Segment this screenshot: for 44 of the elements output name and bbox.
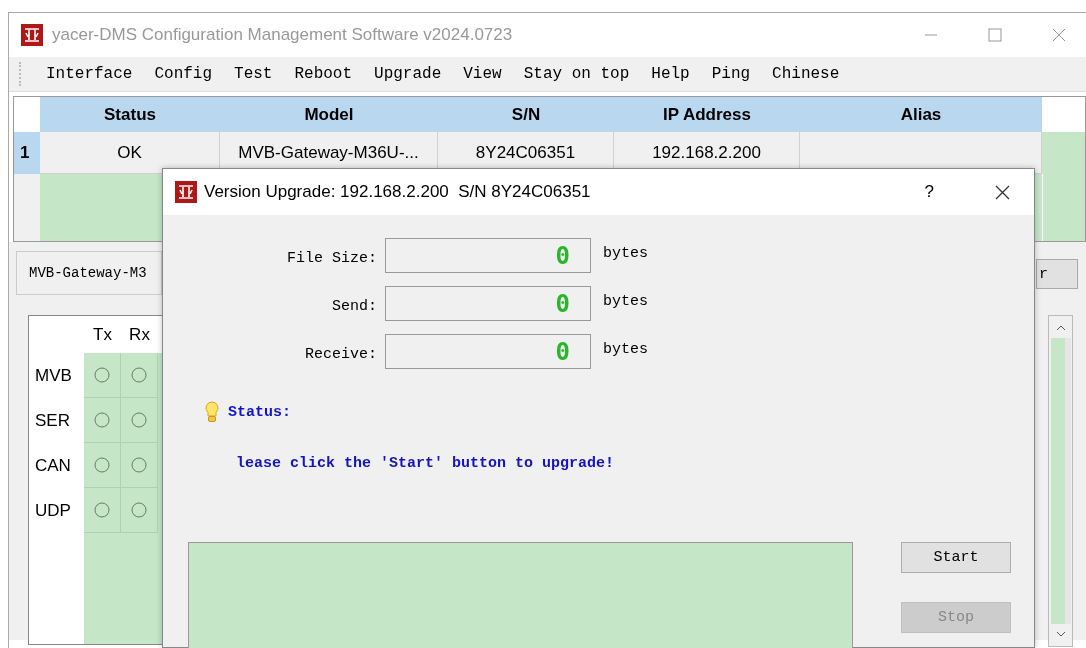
device-tab[interactable]: MVB-Gateway-M3 — [16, 251, 162, 295]
column-header: Tx — [92, 323, 113, 346]
table-cell: OK — [40, 132, 220, 174]
column-header[interactable]: Model — [220, 97, 438, 132]
field-label: Receive: — [304, 345, 378, 363]
toolbar-button[interactable]: r — [1036, 259, 1078, 289]
menu-item[interactable]: View — [463, 65, 502, 83]
unit-label: bytes — [603, 341, 648, 360]
scroll-down-icon[interactable] — [1055, 630, 1066, 638]
lightbulb-icon — [205, 401, 219, 423]
menu-item[interactable]: Reboot — [294, 65, 353, 83]
menu-item[interactable]: Ping — [711, 65, 751, 83]
dialog-title: Version Upgrade: 192.168.2.200 S/N 8Y24C06351 — [204, 182, 592, 202]
dialog-button[interactable]: Start — [901, 542, 1011, 573]
window-title: yacer-DMS Configuration Management Software v2024.0723 — [52, 25, 514, 45]
scrollbar[interactable] — [1048, 315, 1073, 647]
column-header[interactable]: Alias — [800, 97, 1042, 132]
lcd-display-field: 0 — [385, 286, 591, 321]
help-button[interactable]: ? — [924, 182, 934, 202]
unit-label: bytes — [603, 245, 648, 264]
column-header[interactable]: Status — [40, 97, 220, 132]
unit-label: bytes — [603, 293, 648, 312]
maximize-icon[interactable] — [988, 28, 1002, 42]
lcd-display-field: 0 — [385, 238, 591, 273]
menu-item[interactable]: Chinese — [772, 65, 840, 83]
dialog-logo-icon — [175, 181, 197, 203]
scroll-up-icon[interactable] — [1055, 324, 1066, 332]
column-header: Rx — [128, 323, 151, 346]
menu-item[interactable]: Help — [651, 65, 690, 83]
menu-item[interactable]: Config — [154, 65, 213, 83]
status-label: Status: — [228, 403, 291, 421]
lcd-display-field: 0 — [385, 334, 591, 369]
menu-item[interactable]: Interface — [46, 65, 133, 83]
menu-item[interactable]: Stay on top — [523, 65, 630, 83]
status-message: lease click the 'Start' button to upgrade! — [236, 455, 615, 472]
field-label: File Size: — [286, 249, 378, 267]
close-icon[interactable] — [995, 184, 1010, 200]
menu-item[interactable]: Upgrade — [374, 65, 442, 83]
menu-item[interactable]: Test — [234, 65, 273, 83]
row-header[interactable]: 1 — [14, 132, 40, 174]
field-label: Send: — [331, 297, 378, 315]
column-header[interactable]: S/N — [438, 97, 614, 132]
app-logo-icon — [21, 24, 43, 46]
column-header[interactable]: IP Address — [614, 97, 800, 132]
